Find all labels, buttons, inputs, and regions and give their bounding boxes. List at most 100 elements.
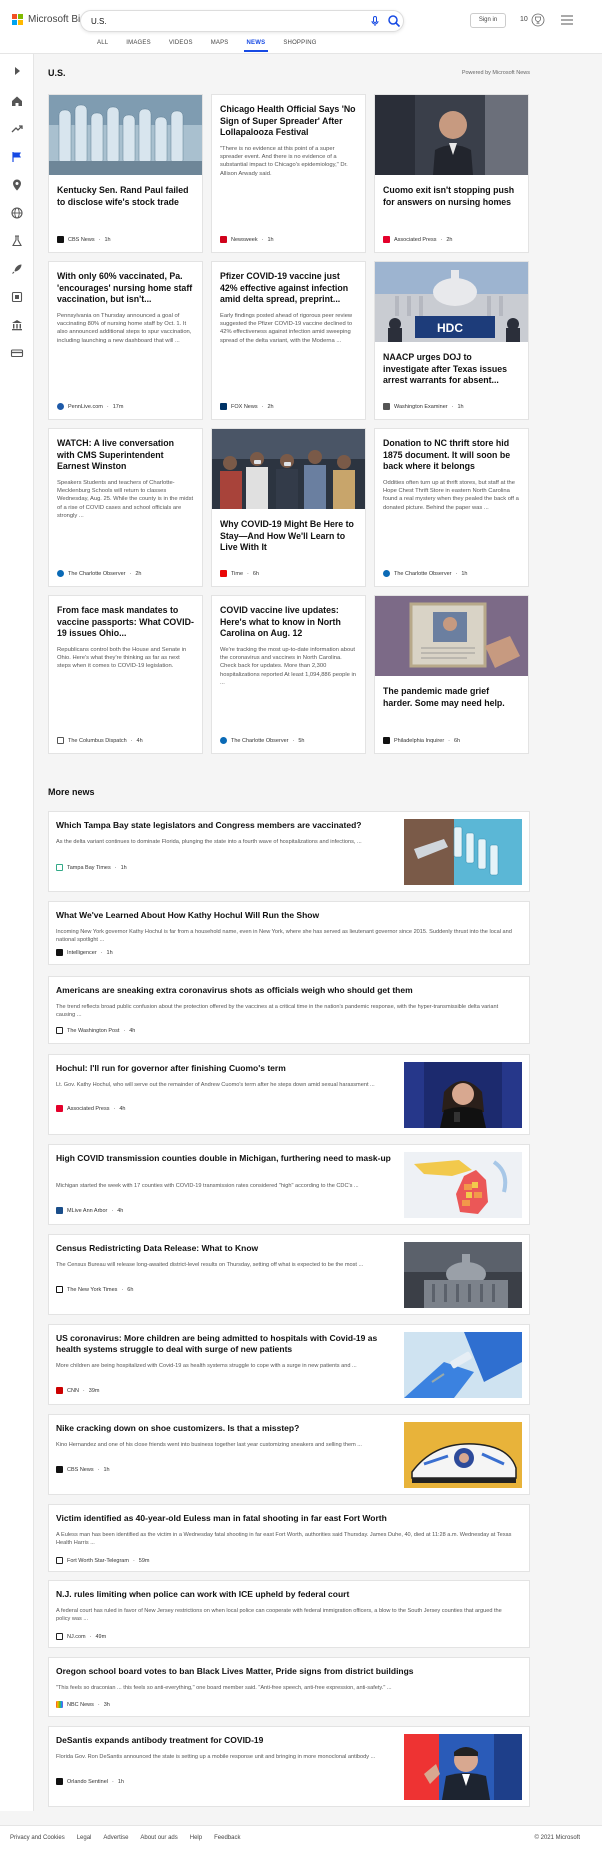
more-news-item[interactable]: US coronavirus: More children are being … [48,1324,530,1405]
news-card[interactable]: Chicago Health Official Says 'No Sign of… [211,94,366,253]
news-card[interactable]: WATCH: A live conversation with CMS Supe… [48,428,203,587]
expand-arrow-icon[interactable] [10,64,24,78]
footer-link-advertise[interactable]: Advertise [103,1835,128,1841]
news-source[interactable]: The Charlotte Observer · 5h [220,737,304,744]
news-title[interactable]: Which Tampa Bay state legislators and Co… [56,820,396,831]
more-news-item[interactable]: What We've Learned About How Kathy Hochu… [48,901,530,965]
hamburger-menu-icon[interactable] [561,15,573,25]
news-title[interactable]: Oregon school board votes to ban Black L… [56,1666,516,1677]
news-source[interactable]: Washington Examiner · 1h [383,403,464,410]
news-card[interactable]: Pfizer COVID-19 vaccine just 42% effecti… [211,261,366,420]
news-source[interactable]: Orlando Sentinel · 1h [56,1778,124,1785]
more-news-item[interactable]: High COVID transmission counties double … [48,1144,530,1225]
news-title[interactable]: Chicago Health Official Says 'No Sign of… [212,104,365,139]
more-news-item[interactable]: Americans are sneaking extra coronavirus… [48,976,530,1044]
more-news-item[interactable]: Which Tampa Bay state legislators and Co… [48,811,530,892]
more-news-item[interactable]: N.J. rules limiting when police can work… [48,1580,530,1648]
news-title[interactable]: WATCH: A live conversation with CMS Supe… [49,438,202,473]
news-source[interactable]: Fort Worth Star-Telegram · 59m [56,1557,150,1564]
footer-link-legal[interactable]: Legal [77,1835,92,1841]
news-title[interactable]: US coronavirus: More children are being … [56,1333,396,1355]
news-source[interactable]: Time · 6h [220,570,259,577]
news-source[interactable]: FOX News · 2h [220,403,274,410]
news-source[interactable]: Philadelphia Inquirer · 6h [383,737,460,744]
search-input[interactable] [91,14,361,28]
more-news-item[interactable]: Hochul: I'll run for governor after fini… [48,1054,530,1135]
news-title[interactable]: Americans are sneaking extra coronavirus… [56,985,516,996]
footer-link-help[interactable]: Help [190,1835,202,1841]
news-title[interactable]: Cuomo exit isn't stopping push for answe… [375,185,528,208]
rewards-count[interactable]: 10 [520,16,528,23]
news-source[interactable]: The Charlotte Observer · 2h [57,570,141,577]
news-source[interactable]: Tampa Bay Times · 1h [56,864,127,871]
news-title[interactable]: N.J. rules limiting when police can work… [56,1589,516,1600]
news-source[interactable]: Associated Press · 4h [56,1105,125,1112]
news-card[interactable]: HDC NAACP urges DOJ to investigate after… [374,261,529,420]
more-news-item[interactable]: Nike cracking down on shoe customizers. … [48,1414,530,1495]
tab-all[interactable]: ALL [88,40,117,52]
tab-shopping[interactable]: SHOPPING [274,40,325,52]
news-card[interactable]: From face mask mandates to vaccine passp… [48,595,203,754]
rewards-trophy-icon[interactable] [531,13,545,27]
news-card[interactable]: Donation to NC thrift store hid 1875 doc… [374,428,529,587]
footer-link-feedback[interactable]: Feedback [214,1835,240,1841]
microphone-icon[interactable] [369,15,381,27]
news-source[interactable]: The New York Times · 6h [56,1286,133,1293]
news-card[interactable]: Cuomo exit isn't stopping push for answe… [374,94,529,253]
news-source[interactable]: The Charlotte Observer · 1h [383,570,467,577]
news-title[interactable]: The pandemic made grief harder. Some may… [375,686,528,709]
news-title[interactable]: COVID vaccine live updates: Here's what … [212,605,365,640]
footer-link-privacy[interactable]: Privacy and Cookies [10,1835,65,1841]
entertainment-icon[interactable] [10,290,24,304]
news-card[interactable]: Why COVID-19 Might Be Here to Stay—And H… [211,428,366,587]
news-source[interactable]: The Washington Post · 4h [56,1027,135,1034]
globe-icon[interactable] [10,206,24,220]
news-title[interactable]: Hochul: I'll run for governor after fini… [56,1063,396,1074]
more-news-item[interactable]: Census Redistricting Data Release: What … [48,1234,530,1315]
news-title[interactable]: Kentucky Sen. Rand Paul failed to disclo… [49,185,202,208]
politics-icon[interactable] [10,318,24,332]
news-source[interactable]: The Columbus Dispatch · 4h [57,737,143,744]
news-title[interactable]: NAACP urges DOJ to investigate after Tex… [375,352,528,387]
news-title[interactable]: From face mask mandates to vaccine passp… [49,605,202,640]
money-icon[interactable] [10,346,24,360]
news-title[interactable]: High COVID transmission counties double … [56,1153,396,1164]
news-source[interactable]: CBS News · 1h [57,236,111,243]
us-flag-icon[interactable] [10,150,24,164]
news-title[interactable]: Census Redistricting Data Release: What … [56,1243,396,1254]
news-source[interactable]: NJ.com · 49m [56,1633,106,1640]
tab-news[interactable]: NEWS [238,40,275,52]
news-title[interactable]: Pfizer COVID-19 vaccine just 42% effecti… [212,271,365,306]
tab-maps[interactable]: MAPS [202,40,238,52]
news-card[interactable]: COVID vaccine live updates: Here's what … [211,595,366,754]
news-source[interactable]: Newsweek · 1h [220,236,274,243]
science-icon[interactable] [10,234,24,248]
rocket-icon[interactable] [10,262,24,276]
news-title[interactable]: Victim identified as 40-year-old Euless … [56,1513,516,1524]
news-title[interactable]: What We've Learned About How Kathy Hochu… [56,910,516,921]
news-card[interactable]: Kentucky Sen. Rand Paul failed to disclo… [48,94,203,253]
tab-images[interactable]: IMAGES [117,40,160,52]
news-title[interactable]: DeSantis expands antibody treatment for … [56,1735,396,1746]
more-news-item[interactable]: Oregon school board votes to ban Black L… [48,1657,530,1717]
news-title[interactable]: Why COVID-19 Might Be Here to Stay—And H… [212,519,365,554]
trending-icon[interactable] [10,122,24,136]
news-title[interactable]: Donation to NC thrift store hid 1875 doc… [375,438,528,473]
sign-in-button[interactable]: Sign in [470,13,506,28]
news-source[interactable]: MLive Ann Arbor · 4h [56,1207,123,1214]
news-source[interactable]: Associated Press · 2h [383,236,452,243]
home-icon[interactable] [10,94,24,108]
tab-videos[interactable]: VIDEOS [160,40,202,52]
news-title[interactable]: With only 60% vaccinated, Pa. 'encourage… [49,271,202,306]
more-news-item[interactable]: Victim identified as 40-year-old Euless … [48,1504,530,1572]
news-source[interactable]: CBS News · 1h [56,1466,110,1473]
news-source[interactable]: CNN · 39m [56,1387,99,1394]
search-box[interactable] [80,10,404,32]
search-icon[interactable] [387,14,401,28]
powered-by-text[interactable]: Powered by Microsoft News [462,70,530,76]
news-card[interactable]: The pandemic made grief harder. Some may… [374,595,529,754]
news-card[interactable]: With only 60% vaccinated, Pa. 'encourage… [48,261,203,420]
location-pin-icon[interactable] [10,178,24,192]
news-source[interactable]: PennLive.com · 17m [57,403,123,410]
footer-link-about-ads[interactable]: About our ads [140,1835,177,1841]
